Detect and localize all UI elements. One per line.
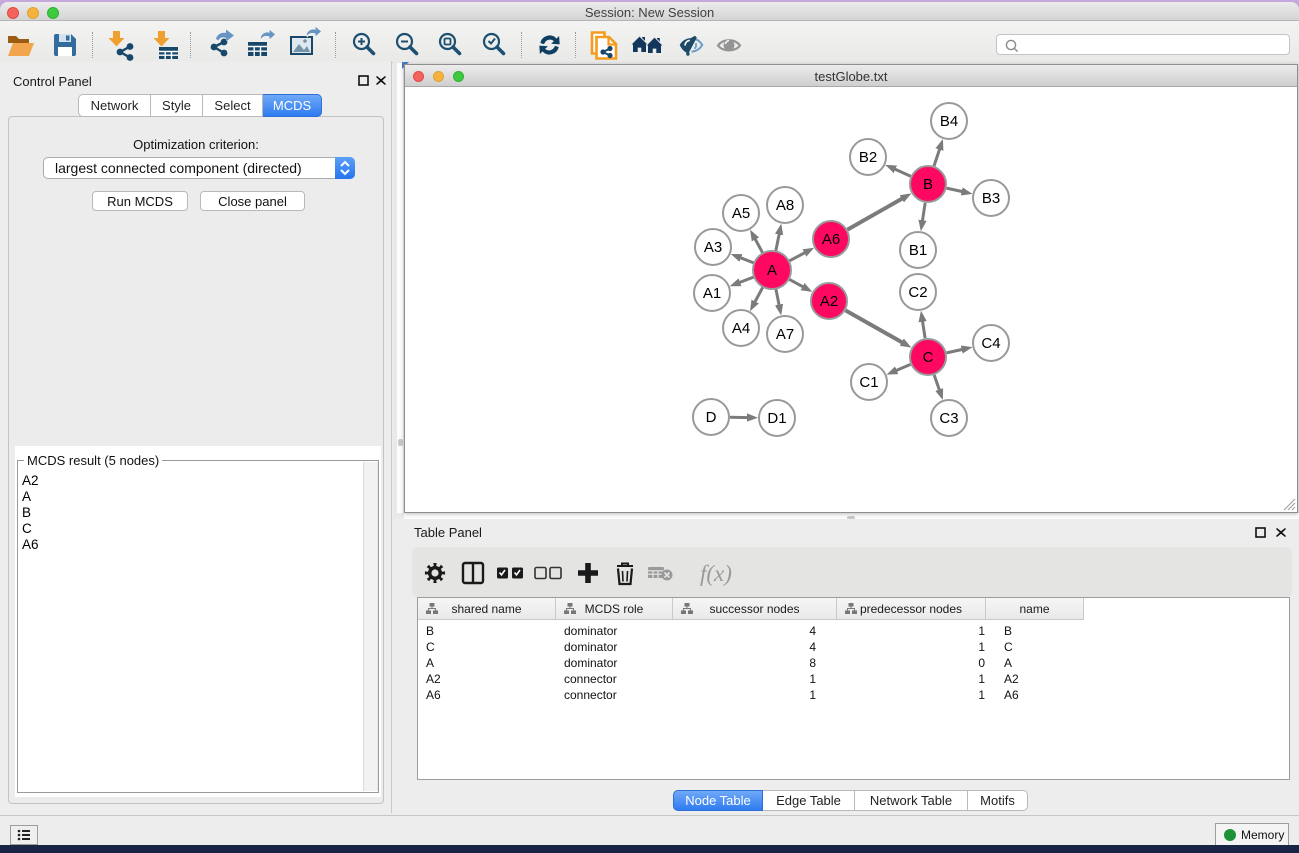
svg-text:A8: A8 — [776, 197, 794, 214]
svg-text:B: B — [923, 176, 933, 193]
svg-text:C: C — [923, 349, 934, 366]
svg-text:A1: A1 — [703, 285, 721, 302]
svg-text:B4: B4 — [940, 113, 958, 130]
svg-text:A4: A4 — [732, 320, 750, 337]
svg-text:C2: C2 — [908, 284, 927, 301]
svg-text:D: D — [706, 409, 717, 426]
svg-text:A: A — [767, 262, 777, 279]
svg-text:A2: A2 — [820, 293, 838, 310]
svg-text:A7: A7 — [776, 326, 794, 343]
svg-text:A5: A5 — [732, 205, 750, 222]
svg-text:B2: B2 — [859, 149, 877, 166]
svg-text:A6: A6 — [822, 231, 840, 248]
svg-text:C1: C1 — [859, 374, 878, 391]
svg-text:f(x): f(x) — [700, 561, 732, 586]
svg-text:C3: C3 — [939, 410, 958, 427]
svg-text:B1: B1 — [909, 242, 927, 259]
svg-text:B3: B3 — [982, 190, 1000, 207]
svg-text:C4: C4 — [981, 335, 1000, 352]
svg-text:D1: D1 — [767, 410, 786, 427]
svg-text:A3: A3 — [704, 239, 722, 256]
